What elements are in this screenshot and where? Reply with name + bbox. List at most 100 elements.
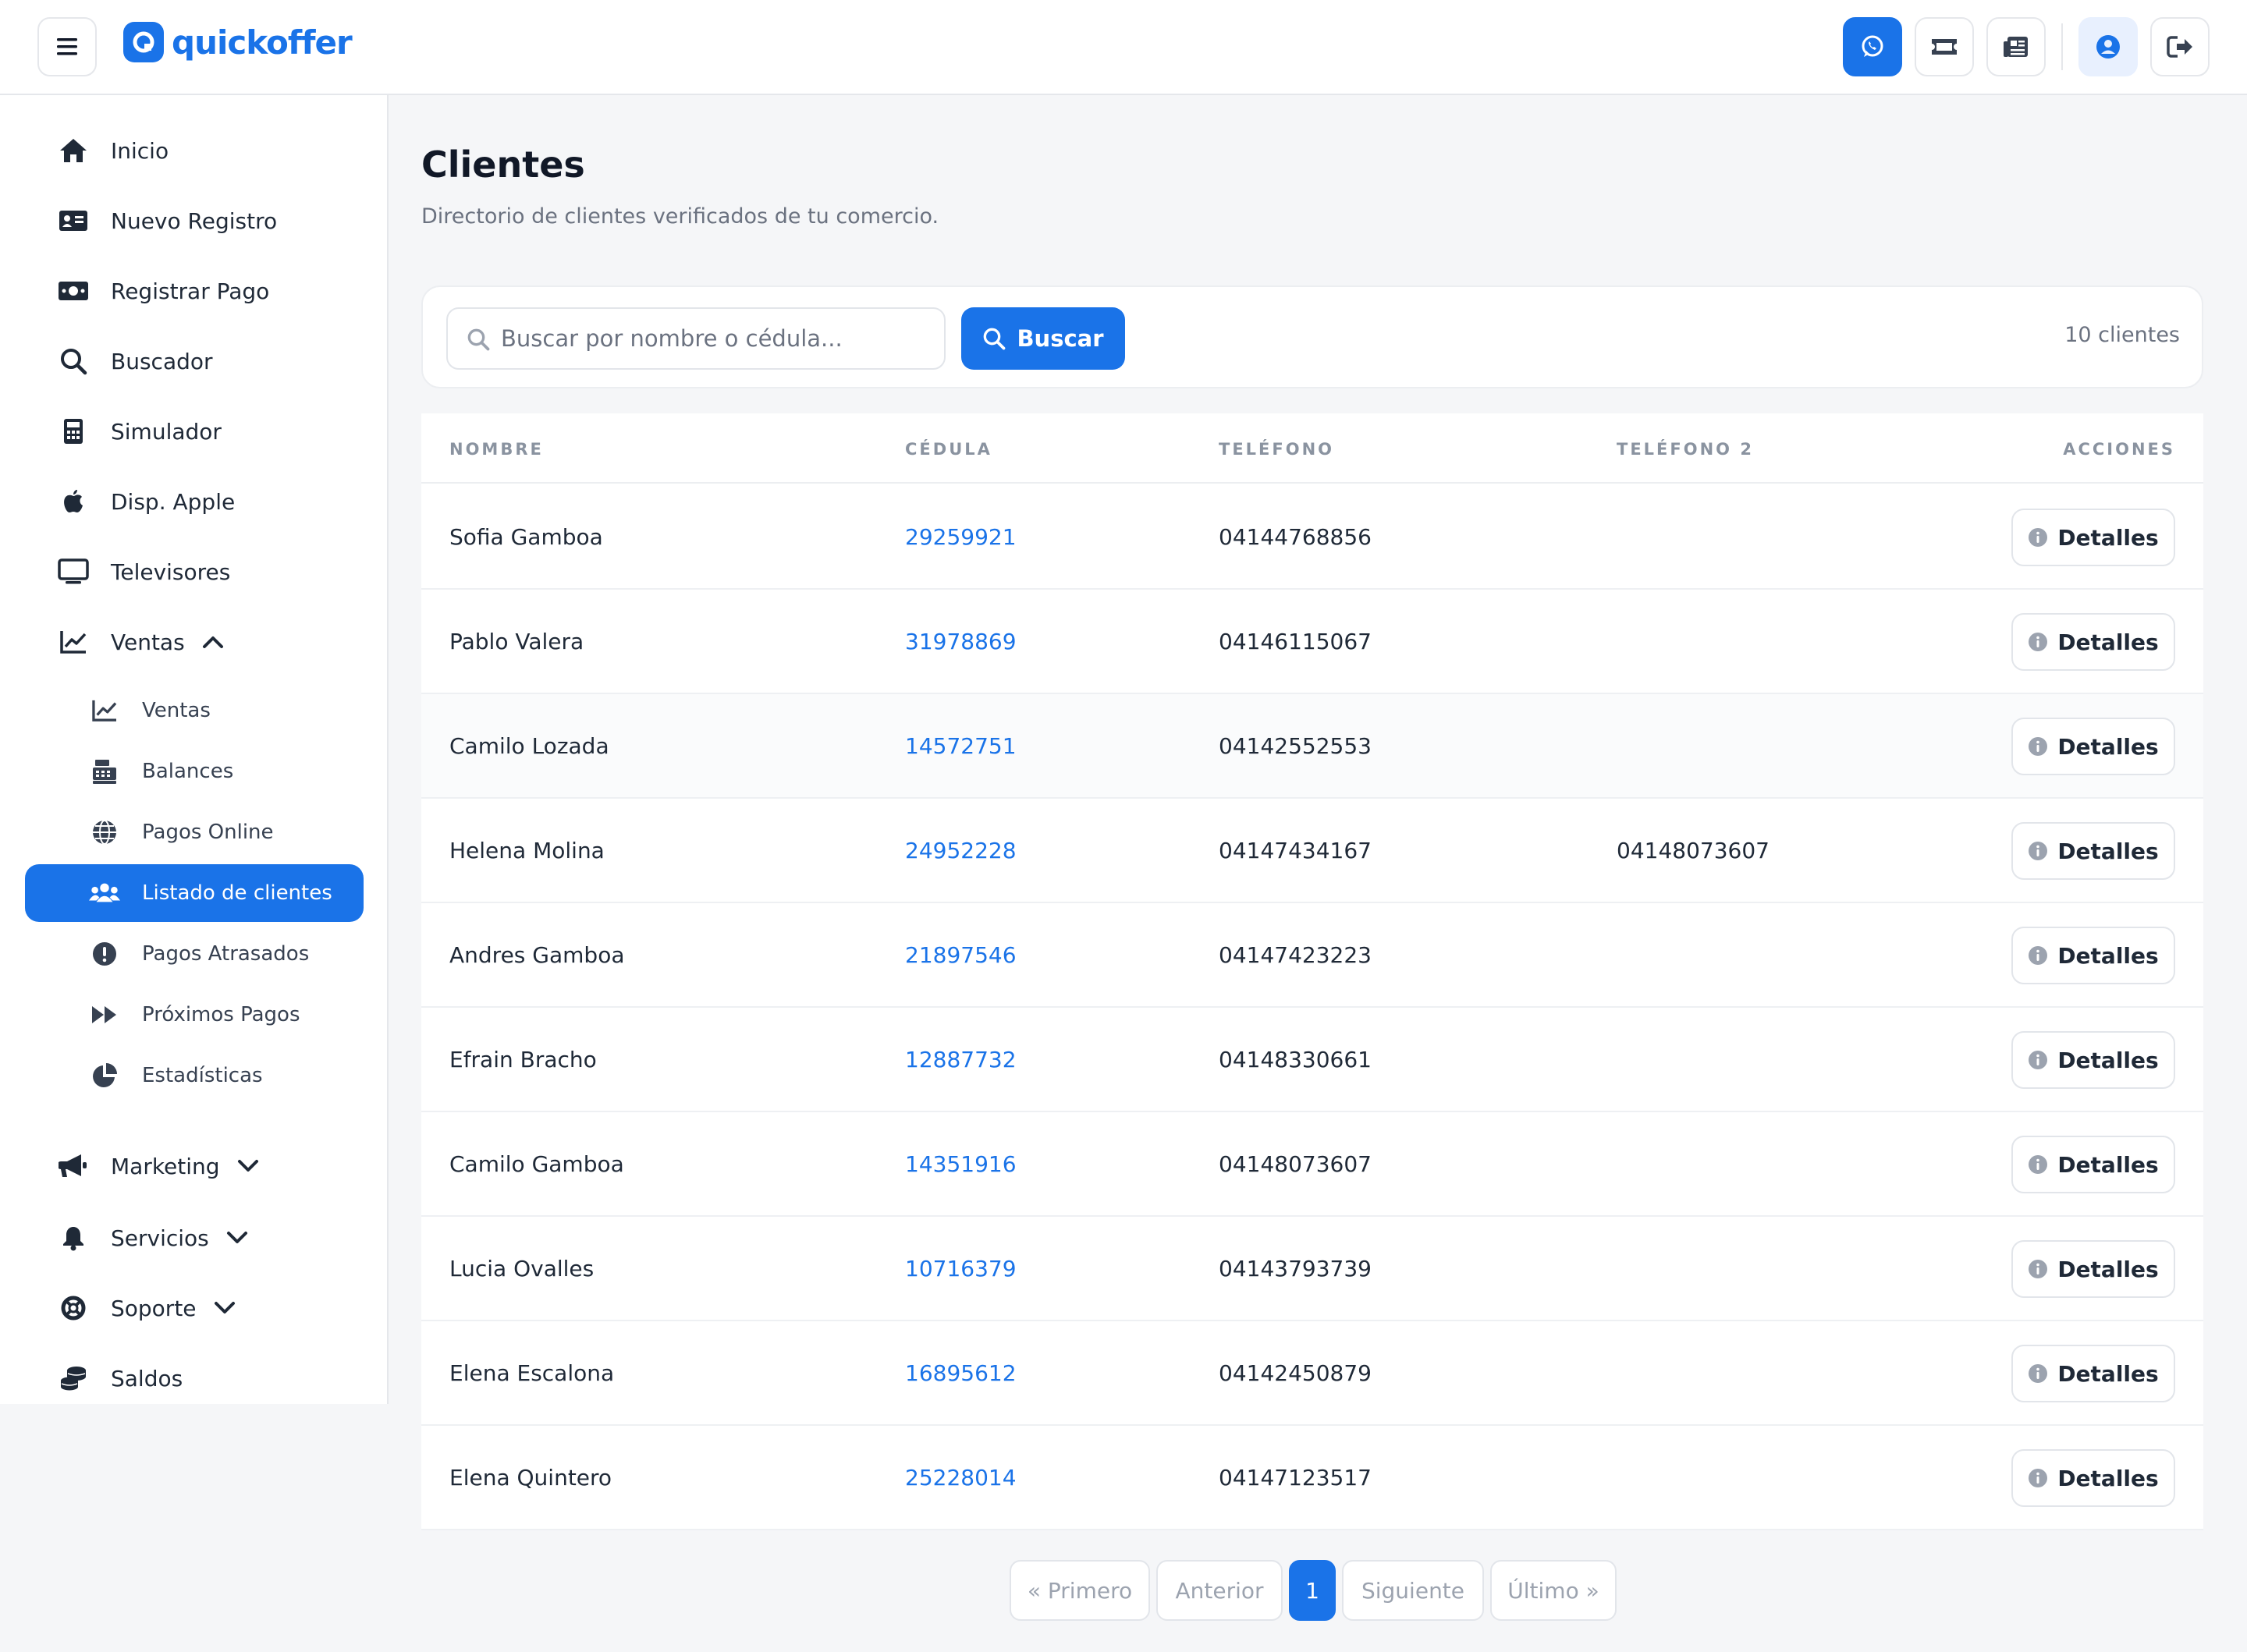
news-button[interactable]	[1986, 17, 2046, 76]
details-button-label: Detalles	[2057, 1465, 2159, 1491]
cell-cedula-link[interactable]: 16895612	[905, 1360, 1017, 1386]
details-button[interactable]: Detalles	[2011, 822, 2175, 880]
details-button[interactable]: Detalles	[2011, 1240, 2175, 1298]
chart-line-icon	[58, 626, 89, 658]
cell-telefono2: 04148073607	[1617, 838, 1770, 863]
table-row: Lucia Ovalles 10716379 04143793739 Detalles	[421, 1217, 2203, 1321]
ticket-button[interactable]	[1915, 17, 1974, 76]
details-button[interactable]: Detalles	[2011, 1449, 2175, 1507]
cell-cedula-link[interactable]: 12887732	[905, 1047, 1017, 1072]
sidebar-subitem-balances[interactable]: Balances	[25, 743, 364, 800]
cell-nombre: Elena Escalona	[449, 1360, 615, 1386]
megaphone-icon	[58, 1150, 89, 1182]
cell-nombre: Lucia Ovalles	[449, 1256, 595, 1282]
profile-button[interactable]	[2078, 17, 2138, 76]
pagination-prev[interactable]: Anterior	[1156, 1560, 1283, 1621]
search-button-label: Buscar	[1017, 325, 1104, 352]
table-row: Elena Escalona 16895612 04142450879 Detalle…	[421, 1321, 2203, 1426]
cash-register-icon	[89, 756, 120, 787]
brand-logo[interactable]: quickoffer	[123, 22, 353, 62]
whatsapp-button[interactable]	[1843, 17, 1902, 76]
sidebar-item-inicio[interactable]: Inicio	[25, 122, 169, 179]
id-card-icon	[58, 205, 89, 236]
cell-cedula-link[interactable]: 14572751	[905, 733, 1017, 759]
sidebar-item-servicios[interactable]: Servicios	[25, 1209, 248, 1267]
chevron-down-icon	[214, 1301, 236, 1315]
chevron-down-icon	[237, 1159, 259, 1173]
cell-nombre: Camilo Lozada	[449, 733, 609, 759]
cell-cedula-link[interactable]: 14351916	[905, 1151, 1017, 1177]
sidebar-subitem-label: Pagos Atrasados	[142, 942, 310, 966]
sidebar-item-nuevo-registro[interactable]: Nuevo Registro	[25, 192, 277, 250]
cell-cedula-link[interactable]: 24952228	[905, 838, 1017, 863]
chevron-down-icon	[226, 1231, 248, 1245]
sidebar-item-label: Registrar Pago	[111, 278, 270, 304]
details-button-label: Detalles	[2057, 1256, 2159, 1282]
details-button-label: Detalles	[2057, 629, 2159, 655]
details-button[interactable]: Detalles	[2011, 718, 2175, 775]
cell-cedula-link[interactable]: 25228014	[905, 1465, 1017, 1491]
sidebar-item-registrar-pago[interactable]: Registrar Pago	[25, 262, 269, 320]
details-button[interactable]: Detalles	[2011, 1031, 2175, 1089]
sidebar-item-buscador[interactable]: Buscador	[25, 332, 213, 390]
menu-toggle-button[interactable]	[37, 17, 97, 76]
pagination-next[interactable]: Siguiente	[1342, 1560, 1484, 1621]
column-header-nombre: NOMBRE	[449, 440, 544, 459]
sidebar-subitem-ventas[interactable]: Ventas	[25, 682, 364, 739]
sidebar-item-soporte[interactable]: Soporte	[25, 1279, 236, 1337]
top-bar: quickoffer	[0, 0, 2247, 95]
cell-nombre: Sofia Gamboa	[449, 524, 603, 550]
calculator-icon	[58, 416, 89, 447]
cell-telefono: 04146115067	[1219, 629, 1372, 654]
cell-cedula-link[interactable]: 10716379	[905, 1256, 1017, 1282]
details-button[interactable]: Detalles	[2011, 1136, 2175, 1193]
sidebar-subitem-pagos-atrasados[interactable]: Pagos Atrasados	[25, 925, 364, 983]
sidebar-item-simulador[interactable]: Simulador	[25, 402, 222, 460]
sidebar-item-televisores[interactable]: Televisores	[25, 543, 230, 601]
logout-button[interactable]	[2150, 17, 2210, 76]
details-button-label: Detalles	[2057, 942, 2159, 969]
pagination-first[interactable]: « Primero	[1010, 1560, 1150, 1621]
sidebar-item-ventas[interactable]: Ventas	[25, 613, 224, 671]
search-input[interactable]	[501, 325, 938, 352]
sidebar-subitem-estadisticas[interactable]: Estadísticas	[25, 1047, 364, 1104]
pagination-last[interactable]: Último »	[1490, 1560, 1617, 1621]
details-button[interactable]: Detalles	[2011, 1345, 2175, 1402]
info-icon	[2029, 1051, 2048, 1069]
search-field[interactable]	[446, 307, 946, 370]
pagination-page-current[interactable]: 1	[1289, 1560, 1336, 1621]
column-header-telefono2: TELÉFONO 2	[1617, 440, 1754, 459]
sidebar-item-disp-apple[interactable]: Disp. Apple	[25, 473, 235, 530]
page-subtitle: Directorio de clientes verificados de tu…	[421, 204, 939, 229]
table-row: Elena Quintero 25228014 04147123517 Detalle…	[421, 1426, 2203, 1530]
sidebar: Inicio Nuevo Registro Registrar Pago Bus…	[0, 95, 389, 1404]
sidebar-item-saldos[interactable]: Saldos	[25, 1349, 183, 1407]
cell-telefono: 04147423223	[1219, 942, 1372, 968]
table-row: Sofia Gamboa 29259921 04144768856 Detalles	[421, 485, 2203, 590]
details-button[interactable]: Detalles	[2011, 613, 2175, 671]
cell-cedula-link[interactable]: 21897546	[905, 942, 1017, 968]
search-button[interactable]: Buscar	[961, 307, 1125, 370]
sidebar-item-marketing[interactable]: Marketing	[25, 1137, 259, 1195]
money-bill-icon	[58, 275, 89, 307]
sidebar-subitem-pagos-online[interactable]: Pagos Online	[25, 803, 364, 861]
cell-cedula-link[interactable]: 31978869	[905, 629, 1017, 654]
sidebar-item-label: Simulador	[111, 418, 222, 445]
header-divider	[2061, 23, 2063, 70]
apple-icon	[58, 486, 89, 517]
sidebar-subitem-label: Balances	[142, 760, 234, 783]
fast-forward-icon	[89, 999, 120, 1030]
cell-telefono: 04142450879	[1219, 1360, 1372, 1386]
details-button[interactable]: Detalles	[2011, 509, 2175, 566]
sidebar-item-label: Soporte	[111, 1295, 197, 1321]
chevron-up-icon	[202, 635, 224, 649]
cell-cedula-link[interactable]: 29259921	[905, 524, 1017, 550]
table-row: Camilo Gamboa 14351916 04148073607 Detalles	[421, 1112, 2203, 1217]
details-button[interactable]: Detalles	[2011, 927, 2175, 984]
sidebar-subitem-listado-clientes[interactable]: Listado de clientes	[25, 864, 364, 922]
sidebar-subitem-proximos-pagos[interactable]: Próximos Pagos	[25, 986, 364, 1044]
details-button-label: Detalles	[2057, 733, 2159, 760]
sidebar-item-label: Saldos	[111, 1365, 183, 1391]
info-icon	[2029, 737, 2048, 756]
brand-name: quickoffer	[172, 23, 353, 62]
